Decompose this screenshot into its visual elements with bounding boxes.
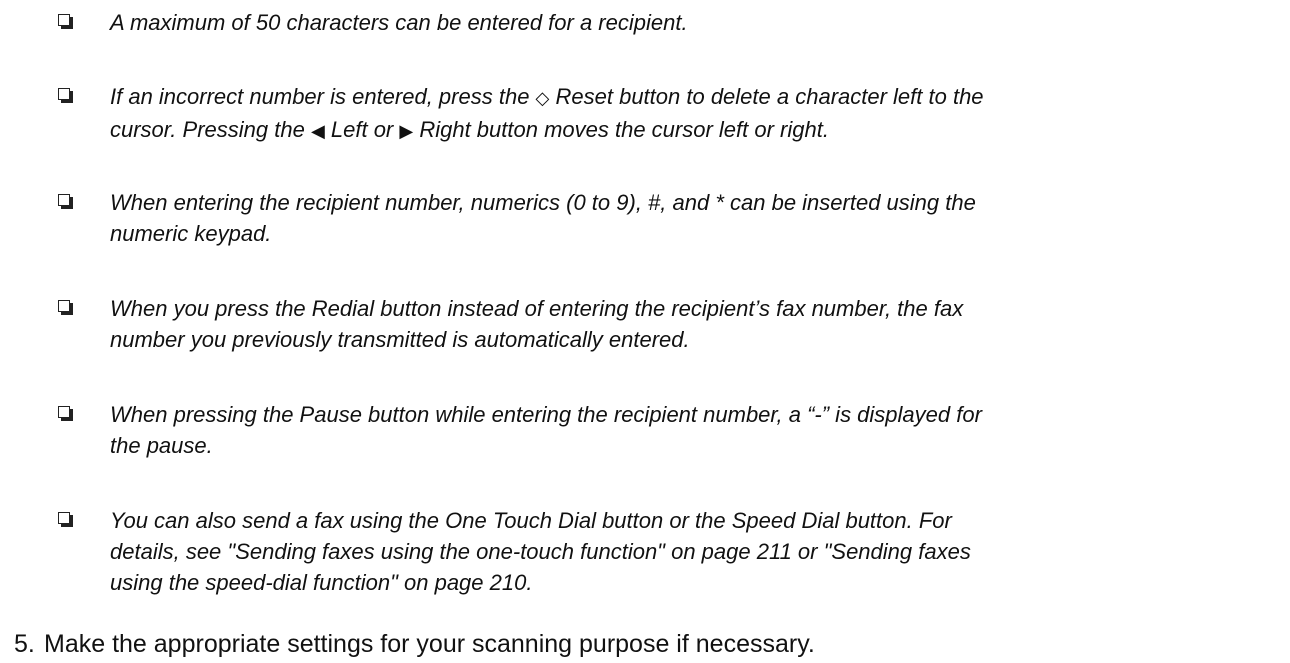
note-line: number you previously transmitted is aut… [110,327,690,352]
note-line: You can also send a fax using the One To… [110,508,952,533]
checkbox-bullet-icon [58,88,73,103]
checkbox-bullet-icon [58,300,73,315]
note-text: You can also send a fax using the One To… [110,505,1280,598]
right-arrow-icon: ▶ [399,121,414,141]
note-line: using the speed-dial function" on page 2… [110,570,533,595]
note-line: When pressing the Pause button while ent… [110,402,982,427]
left-arrow-icon: ◀ [310,121,325,141]
checkbox-bullet-icon [58,194,73,209]
note-line: When you press the Redial button instead… [110,296,964,321]
step-text: Make the appropriate settings for your s… [44,630,815,658]
note-line: cursor. Pressing the ◀ Left or ▶ Right b… [110,114,1280,147]
note-text: A maximum of 50 characters can be entere… [110,7,1280,38]
note-text: When entering the recipient number, nume… [110,187,1280,249]
note-text-segment: If an incorrect number is entered, press… [110,84,536,109]
checkbox-bullet-icon [58,14,73,29]
note-text-segment: Reset button to delete a character left … [549,84,984,109]
note-line: numeric keypad. [110,221,272,246]
note-text-segment: Right button moves the cursor left or ri… [413,117,829,142]
step-item: 5. Make the appropriate settings for your… [14,627,815,661]
step-number: 5. [14,630,35,658]
note-line: A maximum of 50 characters can be entere… [110,10,688,35]
note-line: details, see "Sending faxes using the on… [110,539,971,564]
checkbox-bullet-icon [58,406,73,421]
note-text-segment: cursor. Pressing the [110,117,311,142]
reset-icon: ◇ [535,88,550,108]
checkbox-bullet-icon [58,512,73,527]
note-text: If an incorrect number is entered, press… [110,81,1280,147]
note-text: When pressing the Pause button while ent… [110,399,1280,461]
note-text-segment: Left or [324,117,400,142]
note-line: When entering the recipient number, nume… [110,190,976,215]
note-line: the pause. [110,433,213,458]
note-text: When you press the Redial button instead… [110,293,1280,355]
note-line: If an incorrect number is entered, press… [110,81,1280,114]
